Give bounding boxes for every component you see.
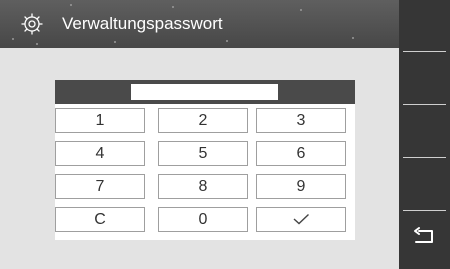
key-3[interactable]: 3 bbox=[256, 108, 346, 133]
key-5[interactable]: 5 bbox=[158, 141, 248, 166]
side-button-3[interactable] bbox=[403, 157, 446, 158]
background-sparkle bbox=[70, 4, 72, 6]
background-sparkle bbox=[172, 6, 174, 8]
page-title: Verwaltungspasswort bbox=[62, 14, 223, 33]
return-arrow-icon[interactable] bbox=[410, 224, 440, 250]
background-sparkle bbox=[352, 37, 354, 39]
key-8[interactable]: 8 bbox=[158, 174, 248, 199]
key-0[interactable]: 0 bbox=[158, 207, 248, 232]
confirm-button[interactable] bbox=[256, 207, 346, 232]
screen: Verwaltungspasswort 1 2 3 4 5 6 7 8 9 C … bbox=[0, 0, 450, 269]
key-4[interactable]: 4 bbox=[55, 141, 145, 166]
background-sparkle bbox=[12, 38, 14, 40]
password-input[interactable] bbox=[131, 84, 278, 100]
key-1[interactable]: 1 bbox=[55, 108, 145, 133]
background-sparkle bbox=[36, 43, 38, 45]
checkmark-icon bbox=[293, 213, 309, 225]
background-sparkle bbox=[300, 9, 302, 11]
background-sparkle bbox=[226, 40, 228, 42]
key-2[interactable]: 2 bbox=[158, 108, 248, 133]
key-9[interactable]: 9 bbox=[256, 174, 346, 199]
clear-button[interactable]: C bbox=[55, 207, 145, 232]
title-bar: Verwaltungspasswort bbox=[0, 0, 399, 48]
background-sparkle bbox=[114, 41, 116, 43]
key-7[interactable]: 7 bbox=[55, 174, 145, 199]
gear-icon bbox=[21, 13, 43, 35]
key-6[interactable]: 6 bbox=[256, 141, 346, 166]
side-button-2[interactable] bbox=[403, 104, 446, 105]
side-button-1[interactable] bbox=[403, 51, 446, 52]
keypad: 1 2 3 4 5 6 7 8 9 C 0 bbox=[55, 104, 355, 240]
side-button-4[interactable] bbox=[403, 210, 446, 211]
